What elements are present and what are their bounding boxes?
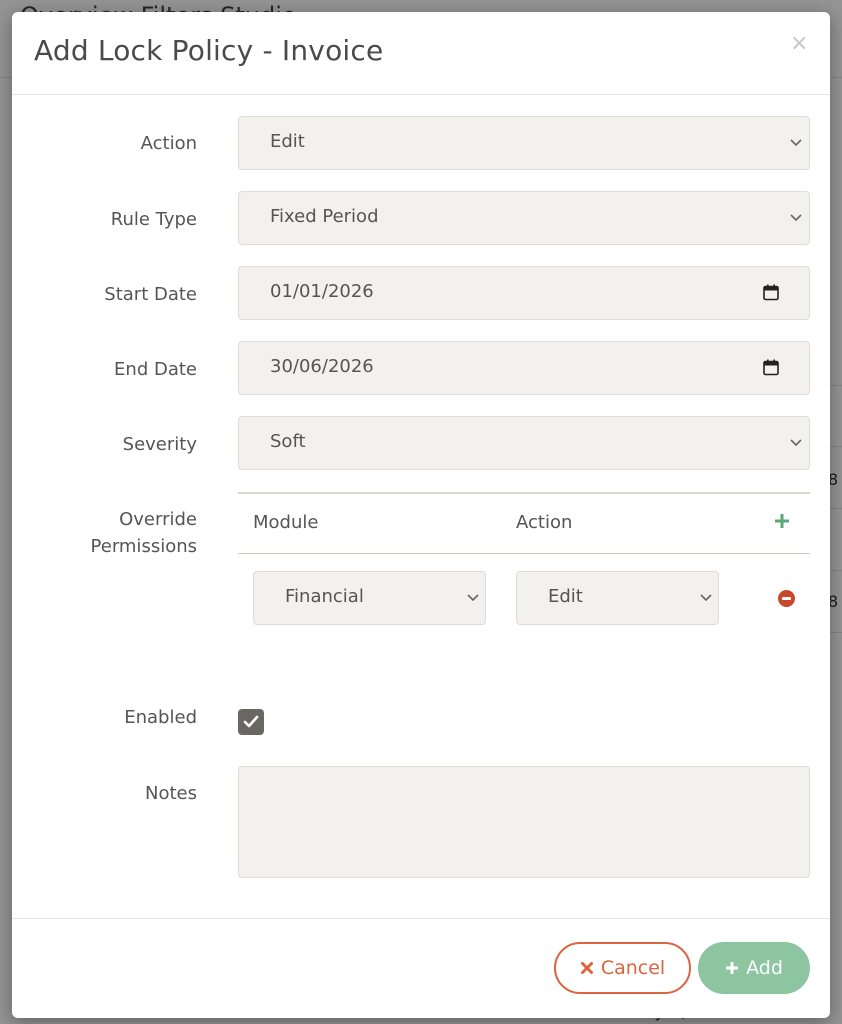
severity-label: Severity (122, 434, 197, 455)
module-column-header: Module (253, 512, 319, 533)
plus-icon[interactable] (773, 512, 791, 530)
permission-module-value: Financial (285, 586, 364, 607)
rule-type-label: Rule Type (110, 209, 197, 230)
check-icon (243, 715, 259, 728)
modal-header: Add Lock Policy - Invoice × (12, 12, 830, 95)
close-icon[interactable]: × (790, 33, 808, 55)
add-lock-policy-modal: Add Lock Policy - Invoice × Action Edit … (12, 12, 830, 1018)
notes-label: Notes (145, 783, 197, 804)
modal-footer: Cancel Add (12, 918, 830, 1018)
override-permissions-label: Override Permissions (91, 506, 197, 560)
end-date-input[interactable]: 30/06/2026 (238, 341, 810, 395)
start-date-input[interactable]: 01/01/2026 (238, 266, 810, 320)
rule-type-select-value: Fixed Period (270, 206, 379, 227)
action-label: Action (140, 133, 197, 154)
override-permissions-table: Module Action Financial Edit (238, 492, 810, 642)
start-date-value: 01/01/2026 (270, 281, 374, 302)
end-date-label: End Date (114, 359, 197, 380)
action-select-value: Edit (270, 131, 305, 152)
override-permissions-label-line1: Override (119, 509, 197, 530)
override-permissions-label-line2: Permissions (90, 536, 197, 557)
cancel-button-label: Cancel (600, 957, 666, 979)
plus-icon (726, 962, 739, 974)
chevron-down-icon (467, 594, 479, 602)
permission-action-value: Edit (548, 586, 583, 607)
x-icon (580, 962, 593, 974)
action-select[interactable]: Edit (238, 116, 810, 170)
start-date-label: Start Date (104, 284, 197, 305)
modal-title: Add Lock Policy - Invoice (34, 34, 384, 67)
calendar-icon[interactable] (763, 284, 779, 301)
permission-action-select[interactable]: Edit (516, 571, 719, 625)
chevron-down-icon (790, 139, 802, 147)
add-button-label: Add (746, 957, 783, 979)
chevron-down-icon (790, 439, 802, 447)
add-button[interactable]: Add (698, 942, 810, 994)
notes-textarea[interactable] (238, 766, 810, 878)
enabled-checkbox[interactable] (238, 709, 264, 735)
severity-select-value: Soft (270, 431, 306, 452)
calendar-icon[interactable] (763, 359, 779, 376)
permission-module-select[interactable]: Financial (253, 571, 486, 625)
action-column-header: Action (516, 512, 573, 533)
enabled-label: Enabled (124, 707, 197, 728)
chevron-down-icon (700, 594, 712, 602)
permissions-table-header: Module Action (238, 492, 810, 554)
minus-circle-icon[interactable] (778, 590, 795, 607)
cancel-button[interactable]: Cancel (554, 942, 691, 994)
rule-type-select[interactable]: Fixed Period (238, 191, 810, 245)
severity-select[interactable]: Soft (238, 416, 810, 470)
end-date-value: 30/06/2026 (270, 356, 374, 377)
chevron-down-icon (790, 214, 802, 222)
